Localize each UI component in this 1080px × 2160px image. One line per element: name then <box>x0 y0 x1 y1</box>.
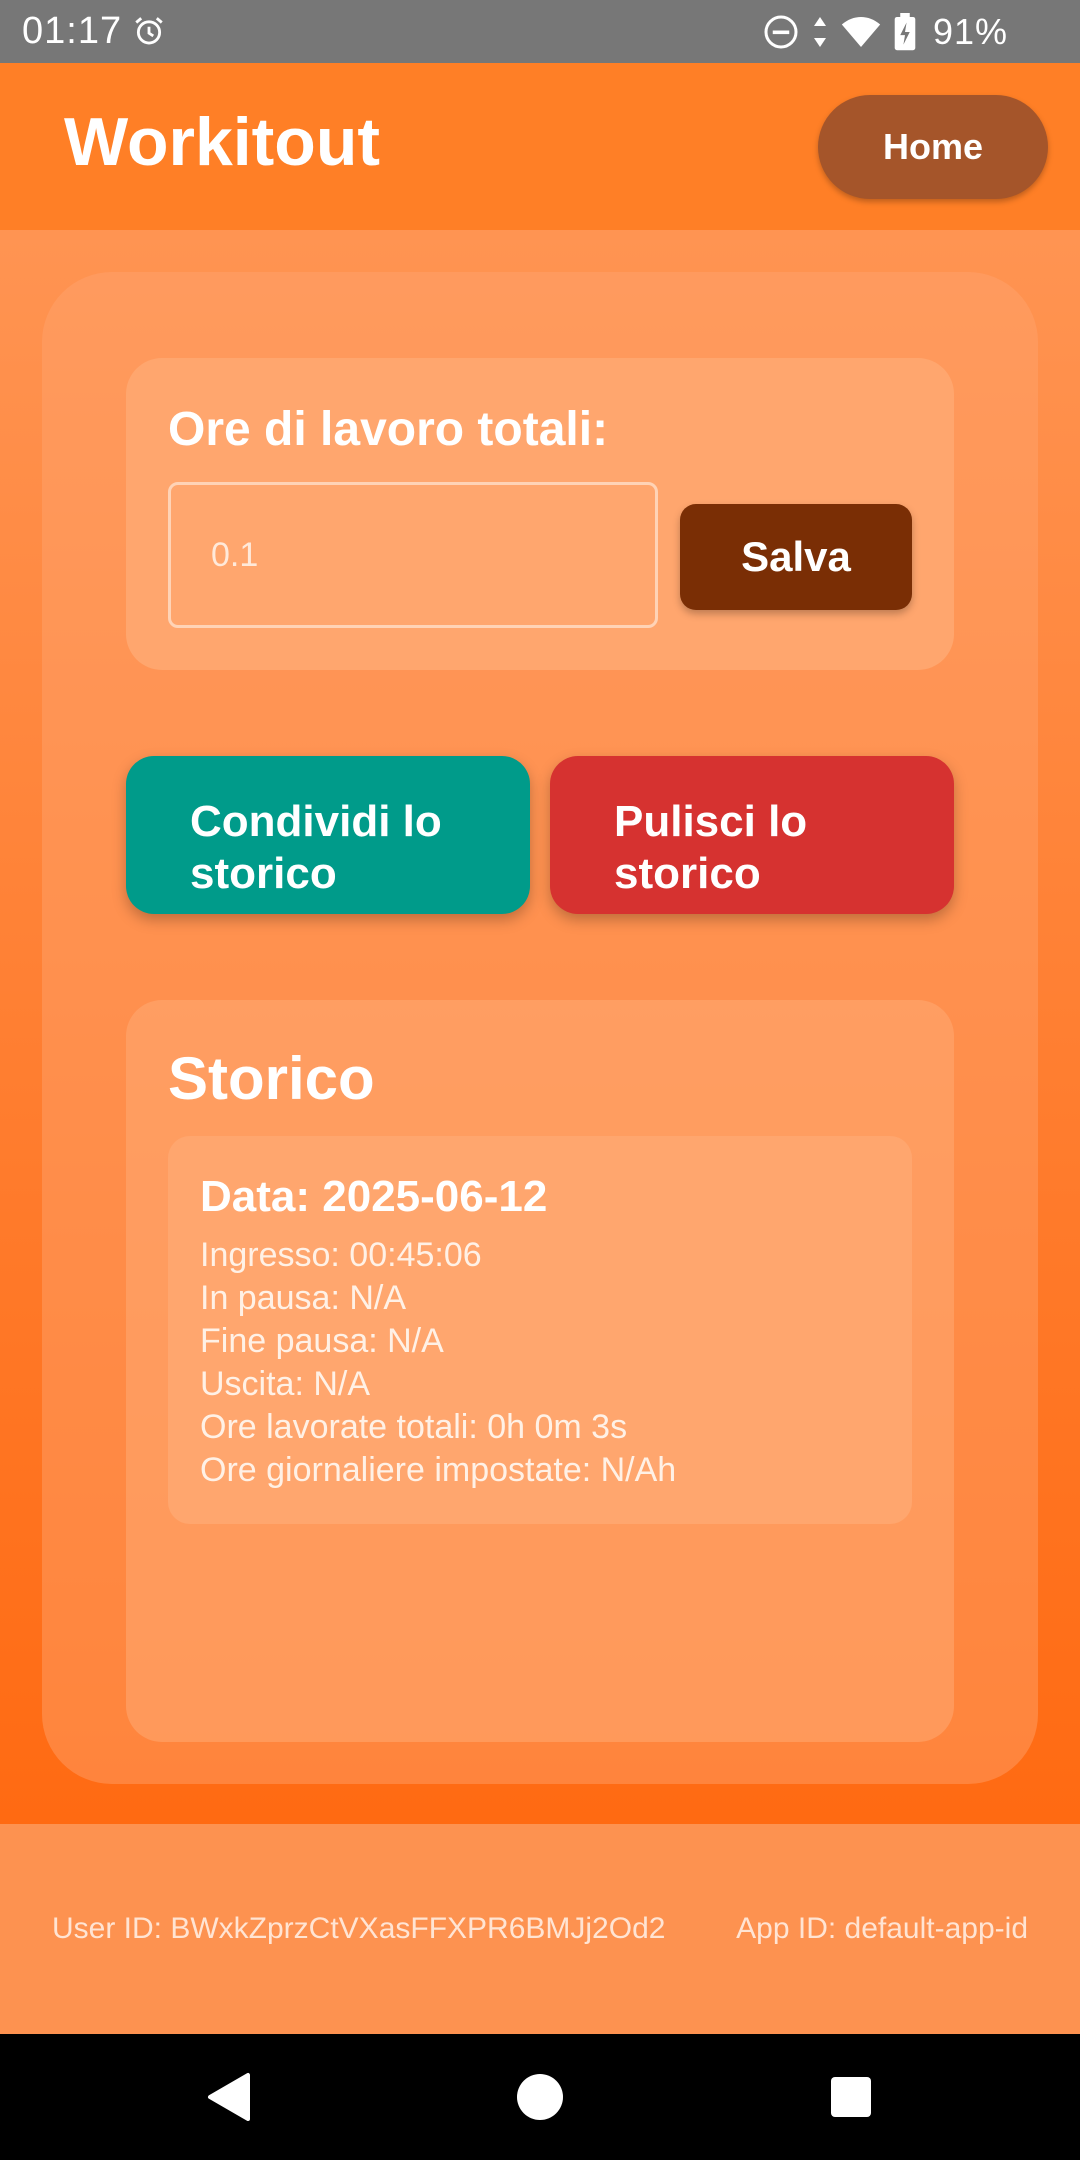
data-arrows-icon <box>813 17 826 47</box>
history-entry: Data: 2025-06-12 Ingresso: 00:45:06 In p… <box>168 1136 912 1524</box>
battery-percentage: 91% <box>932 11 1008 52</box>
status-bar: 01:17 91% <box>0 0 1080 63</box>
history-title: Storico <box>168 1045 375 1112</box>
status-icons: 91% <box>763 10 1008 54</box>
user-id: User ID: BWxkZprzCtVXasFFXPR6BMJj2Od2 <box>52 1912 666 1945</box>
back-icon <box>208 2073 250 2121</box>
do-not-disturb-icon <box>764 15 798 49</box>
entry-ore-totali: Ore lavorate totali: 0h 0m 3s <box>200 1408 628 1446</box>
history-card: Storico Data: 2025-06-12 Ingresso: 00:45… <box>126 1000 954 1742</box>
entry-uscita: Uscita: N/A <box>200 1365 371 1403</box>
home-nav-button[interactable] <box>507 2064 573 2130</box>
entry-fine-pausa: Fine pausa: N/A <box>200 1322 444 1360</box>
clear-history-button[interactable]: Pulisci lo storico <box>550 756 954 914</box>
main-area: Ore di lavoro totali: 0.1 Salva Condivid… <box>0 230 1080 1824</box>
app-id: App ID: default-app-id <box>736 1912 1028 1945</box>
hours-input[interactable]: 0.1 <box>168 482 658 628</box>
navigation-bar <box>0 2034 1080 2160</box>
battery-charging-icon <box>894 13 916 51</box>
recents-icon <box>831 2077 871 2117</box>
app-header: Workitout Home <box>0 63 1080 230</box>
app-title: Workitout <box>64 104 381 180</box>
entry-in-pausa: In pausa: N/A <box>200 1279 407 1317</box>
wifi-icon <box>841 17 881 47</box>
home-button[interactable]: Home <box>818 95 1048 199</box>
status-time: 01:17 <box>22 10 123 52</box>
main-card: Ore di lavoro totali: 0.1 Salva Condivid… <box>42 272 1038 1784</box>
back-button[interactable] <box>196 2064 262 2130</box>
hours-label: Ore di lavoro totali: <box>168 403 609 456</box>
recents-button[interactable] <box>818 2064 884 2130</box>
share-history-button[interactable]: Condividi lo storico <box>126 756 530 914</box>
save-button[interactable]: Salva <box>680 504 912 610</box>
alarm-icon <box>135 17 163 45</box>
entry-details: Ingresso: 00:45:06 In pausa: N/A Fine pa… <box>200 1234 676 1492</box>
hours-card: Ore di lavoro totali: 0.1 Salva <box>126 358 954 670</box>
entry-ore-impostate: Ore giornaliere impostate: N/Ah <box>200 1451 677 1489</box>
entry-date: Data: 2025-06-12 <box>200 1172 548 1221</box>
home-circle-icon <box>517 2074 563 2120</box>
entry-ingresso: Ingresso: 00:45:06 <box>200 1236 482 1274</box>
footer: User ID: BWxkZprzCtVXasFFXPR6BMJj2Od2 Ap… <box>0 1824 1080 2034</box>
